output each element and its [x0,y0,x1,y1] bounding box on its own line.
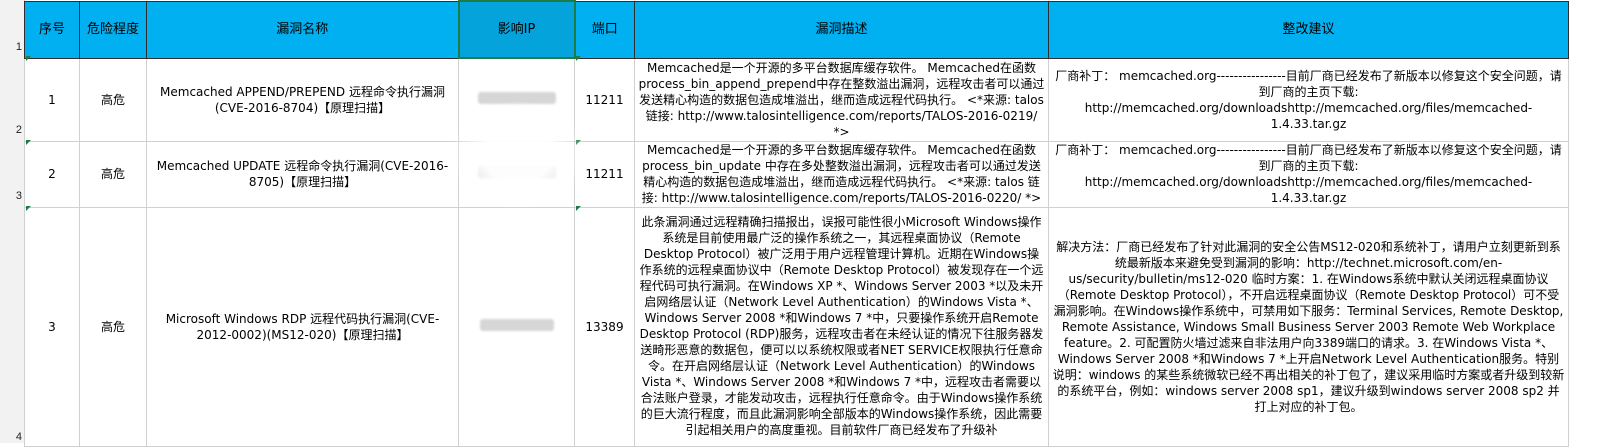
row-number-2[interactable]: 2 [0,124,22,136]
table-row: 2 高危 Memcached UPDATE 远程命令执行漏洞(CVE-2016-… [24,140,1569,208]
vulnerability-table: 序号 危险程度 漏洞名称 影响IP 端口 漏洞描述 整改建议 1 高危 Memc… [24,0,1569,447]
row-number-1[interactable]: 1 [0,41,22,53]
header-row: 序号 危险程度 漏洞名称 影响IP 端口 漏洞描述 整改建议 [24,0,1569,59]
cell-seq[interactable]: 3 [24,206,80,447]
cell-marker-icon [26,140,31,145]
header-advice[interactable]: 整改建议 [1048,0,1569,59]
cell-advice[interactable]: 解决方法：厂商已经发布了针对此漏洞的安全公告MS12-020和系统补丁，请用户立… [1048,206,1569,447]
cell-name[interactable]: Microsoft Windows RDP 远程代码执行漏洞(CVE-2012-… [146,206,459,447]
cell-desc[interactable]: Memcached是一个开源的多平台数据库缓存软件。 Memcached在函数p… [634,140,1049,208]
header-ip[interactable]: 影响IP [457,0,576,59]
table-row: 1 高危 Memcached APPEND/PREPEND 远程命令执行漏洞(C… [24,57,1569,142]
cell-advice[interactable]: 厂商补丁： memcached.org----------------目前厂商已… [1048,57,1569,142]
row-number-3[interactable]: 3 [0,190,22,202]
header-desc[interactable]: 漏洞描述 [634,0,1049,59]
header-port[interactable]: 端口 [574,0,635,59]
row-header-column: 1 2 3 4 [0,0,25,443]
redacted-ip [479,318,554,331]
cell-risk[interactable]: 高危 [79,206,147,447]
redaction-smear [448,100,588,210]
cell-marker-icon [26,56,31,61]
cell-risk[interactable]: 高危 [79,57,147,142]
header-name[interactable]: 漏洞名称 [146,0,459,59]
header-seq[interactable]: 序号 [24,0,80,59]
cell-desc[interactable]: 此条漏洞通过远程精确扫描报出，误报可能性很小Microsoft Windows操… [634,206,1049,447]
cell-name[interactable]: Memcached UPDATE 远程命令执行漏洞(CVE-2016-8705)… [146,140,459,208]
table-row: 3 高危 Microsoft Windows RDP 远程代码执行漏洞(CVE-… [24,206,1569,447]
desc-text: 此条漏洞通过远程精确扫描报出，误报可能性很小Microsoft Windows操… [639,214,1044,437]
cell-seq[interactable]: 2 [24,140,80,208]
header-risk[interactable]: 危险程度 [79,0,147,59]
cell-desc[interactable]: Memcached是一个开源的多平台数据库缓存软件。 Memcached在函数p… [634,57,1049,142]
cell-risk[interactable]: 高危 [79,140,147,208]
row-number-4[interactable]: 4 [0,431,22,443]
cell-name[interactable]: Memcached APPEND/PREPEND 远程命令执行漏洞(CVE-20… [146,57,459,142]
cell-marker-icon [576,56,581,61]
cell-seq[interactable]: 1 [24,57,80,142]
cell-marker-icon [26,206,31,211]
cell-ip[interactable] [458,206,575,447]
cell-port[interactable]: 13389 [574,206,635,447]
cell-advice[interactable]: 厂商补丁： memcached.org----------------目前厂商已… [1048,140,1569,208]
